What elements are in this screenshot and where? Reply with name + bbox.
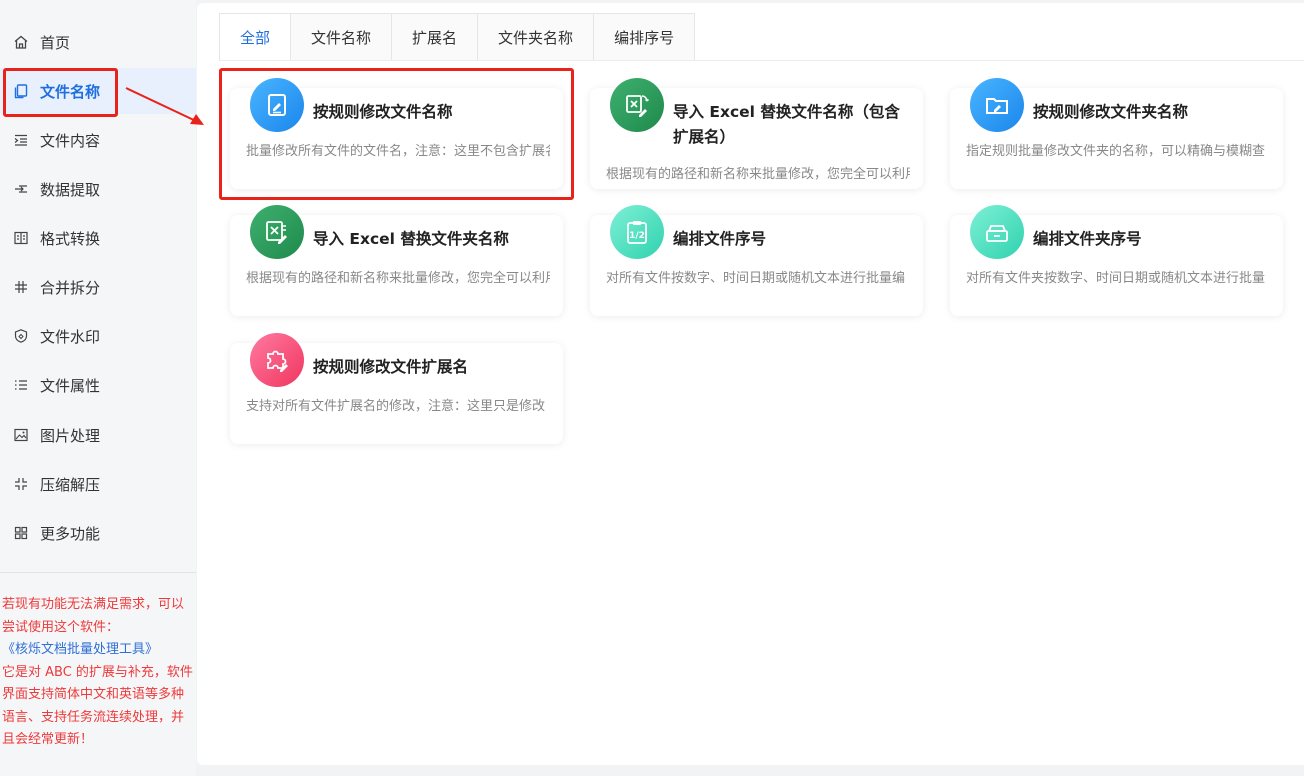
sidebar-item-format-convert[interactable]: 格式转换 [0, 215, 196, 261]
card-highlight-box [219, 68, 574, 200]
card-number-files[interactable]: 1/2 编排文件序号 对所有文件按数字、时间日期或随机文本进行批量编 [590, 205, 923, 316]
sidebar-item-label: 更多功能 [40, 524, 101, 543]
tab-file-name[interactable]: 文件名称 [290, 13, 393, 61]
promo-text: 若现有功能无法满足需求，可以尝试使用这个软件： 《核烁文档批量处理工具》 它是对… [2, 594, 194, 752]
card-rename-folders[interactable]: 按规则修改文件夹名称 指定规则批量修改文件夹的名称，可以精确与模糊查 [950, 78, 1283, 189]
card-description: 对所有文件夹按数字、时间日期或随机文本进行批量 [966, 271, 1266, 286]
sidebar-item-image-process[interactable]: 图片处理 [0, 412, 196, 458]
card-title: 导入 Excel 替换文件夹名称 [313, 230, 509, 248]
edit-folder-icon [970, 78, 1024, 132]
sidebar-highlight-box [3, 68, 118, 117]
compress-icon [12, 475, 30, 493]
tab-extension[interactable]: 扩展名 [391, 13, 479, 61]
sidebar-item-compress[interactable]: 压缩解压 [0, 461, 196, 507]
tab-bar: 全部 文件名称 扩展名 文件夹名称 编排序号 [219, 13, 696, 61]
sidebar-item-merge-split[interactable]: 合并拆分 [0, 264, 196, 310]
card-title: 编排文件序号 [673, 230, 767, 248]
sidebar-item-file-attributes[interactable]: 文件属性 [0, 362, 196, 408]
convert-icon [12, 229, 30, 247]
sidebar-divider [0, 572, 196, 573]
card-number-folders[interactable]: 编排文件夹序号 对所有文件夹按数字、时间日期或随机文本进行批量 [950, 205, 1283, 316]
card-description: 对所有文件按数字、时间日期或随机文本进行批量编 [606, 271, 906, 286]
sidebar-item-more[interactable]: 更多功能 [0, 510, 196, 556]
sidebar-item-label: 格式转换 [40, 229, 101, 248]
puzzle-edit-icon [250, 333, 304, 387]
card-excel-replace-filenames[interactable]: 导入 Excel 替换文件名称（包含扩展名） 根据现有的路径和新名称来批量修改，… [590, 78, 923, 189]
excel-edit-icon [250, 205, 304, 259]
sidebar-item-home[interactable]: 首页 [0, 19, 196, 65]
tab-sequence[interactable]: 编排序号 [593, 13, 696, 61]
excel-replace-icon [610, 78, 664, 132]
image-icon [12, 426, 30, 444]
shield-icon [12, 327, 30, 345]
sidebar-item-label: 图片处理 [40, 426, 101, 445]
list-icon [12, 376, 30, 394]
card-description: 根据现有的路径和新名称来批量修改，您完全可以利用 [606, 167, 910, 182]
folder-number-icon [970, 205, 1024, 259]
hash-icon [12, 278, 30, 296]
sidebar-item-label: 压缩解压 [40, 475, 101, 494]
sidebar-item-label: 文件属性 [40, 376, 101, 395]
card-excel-replace-foldernames[interactable]: 导入 Excel 替换文件夹名称 根据现有的路径和新名称来批量修改，您完全可以利… [230, 205, 563, 316]
svg-text:1/2: 1/2 [629, 231, 645, 241]
card-rename-extensions[interactable]: 按规则修改文件扩展名 支持对所有文件扩展名的修改，注意：这里只是修改 [230, 333, 563, 444]
sidebar-item-label: 文件内容 [40, 131, 101, 150]
extract-icon [12, 180, 30, 198]
sidebar-item-label: 首页 [40, 33, 71, 52]
card-description: 指定规则批量修改文件夹的名称，可以精确与模糊查 [966, 144, 1266, 159]
tab-all[interactable]: 全部 [219, 13, 292, 61]
sidebar-item-label: 文件水印 [40, 327, 101, 346]
promo-line-2: 它是对 ABC 的扩展与补充，软件界面支持简体中文和英语等多种语言、支持任务流连… [2, 664, 193, 748]
card-title: 编排文件夹序号 [1033, 230, 1142, 248]
sidebar-item-watermark[interactable]: 文件水印 [0, 313, 196, 359]
tabs-divider [219, 60, 1304, 61]
sidebar-item-label: 合并拆分 [40, 278, 101, 297]
sidebar-item-data-extract[interactable]: 数据提取 [0, 166, 196, 212]
annotation-arrow-icon [125, 87, 204, 125]
grid-icon [12, 524, 30, 542]
card-title: 按规则修改文件夹名称 [1033, 103, 1189, 121]
indent-icon [12, 131, 30, 149]
card-title: 按规则修改文件扩展名 [313, 358, 469, 376]
card-description: 根据现有的路径和新名称来批量修改，您完全可以利用 [246, 271, 550, 286]
home-icon [12, 33, 30, 51]
promo-line-1: 若现有功能无法满足需求，可以尝试使用这个软件： [2, 597, 185, 635]
tab-folder-name[interactable]: 文件夹名称 [477, 13, 595, 61]
card-description: 支持对所有文件扩展名的修改，注意：这里只是修改 [246, 399, 546, 414]
promo-link[interactable]: 《核烁文档批量处理工具》 [2, 639, 194, 662]
clipboard-number-icon: 1/2 [610, 205, 664, 259]
sidebar-item-label: 数据提取 [40, 180, 101, 199]
card-title: 导入 Excel 替换文件名称（包含扩展名） [673, 103, 900, 146]
